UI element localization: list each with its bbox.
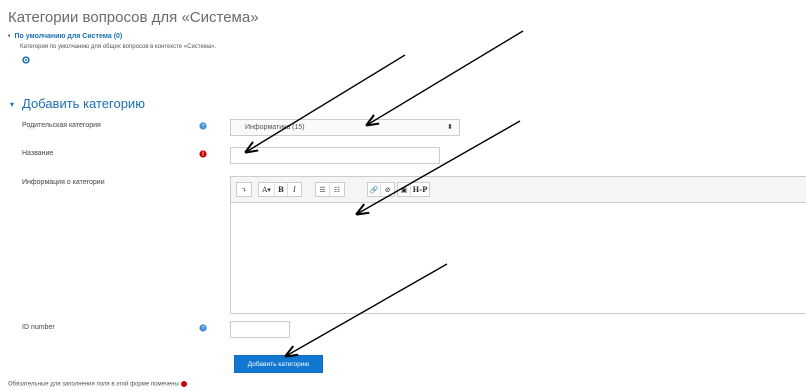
toolbar-group: A▾ B I bbox=[258, 182, 302, 197]
arrow-annotation bbox=[246, 54, 406, 152]
category-description: Категория по умолчанию для общих вопросо… bbox=[20, 44, 217, 50]
required-fields-note-text: Обязательные для заполнения поля в этой … bbox=[8, 381, 179, 388]
unlink-button[interactable]: ⊘ bbox=[381, 183, 394, 196]
editor-toolbar: ⤵ A▾ B I ☰ ☷ 🔗 ⊘ ▣ H-P bbox=[231, 177, 806, 203]
category-link[interactable]: По умолчанию для Система (0) bbox=[14, 33, 122, 40]
svg-text:?: ? bbox=[201, 124, 204, 130]
category-list: • По умолчанию для Система (0) bbox=[8, 33, 122, 40]
select-caret-icon: ⬍ bbox=[447, 124, 453, 131]
toolbar-group: 🔗 ⊘ bbox=[367, 182, 395, 197]
ordered-list-button[interactable]: ☷ bbox=[330, 183, 344, 196]
page-title: Категории вопросов для «Система» bbox=[8, 9, 259, 26]
toolbar-group: ▣ H-P bbox=[397, 182, 430, 197]
toolbar-group: ☰ ☷ bbox=[315, 182, 345, 197]
id-number-input[interactable] bbox=[230, 321, 290, 338]
required-fields-note: Обязательные для заполнения поля в этой … bbox=[8, 381, 187, 388]
parent-category-select[interactable]: Информатика (15) ⬍ bbox=[230, 119, 460, 136]
arrow-annotation bbox=[367, 30, 524, 125]
category-info-editor[interactable]: ⤵ A▾ B I ☰ ☷ 🔗 ⊘ ▣ H-P bbox=[230, 176, 806, 314]
section-title-add-category[interactable]: Добавить категорию bbox=[22, 96, 145, 111]
help-icon[interactable]: ? bbox=[199, 122, 207, 130]
id-number-label: ID number bbox=[22, 324, 55, 331]
name-label: Название bbox=[22, 150, 54, 157]
italic-button[interactable]: I bbox=[288, 183, 301, 196]
svg-text:?: ? bbox=[201, 326, 204, 332]
category-item-default[interactable]: • По умолчанию для Система (0) bbox=[8, 33, 122, 40]
gear-icon[interactable] bbox=[22, 56, 30, 64]
svg-text:!: ! bbox=[202, 152, 204, 158]
help-icon[interactable]: ? bbox=[199, 324, 207, 332]
font-style-button[interactable]: A▾ bbox=[259, 183, 275, 196]
unordered-list-button[interactable]: ☰ bbox=[316, 183, 330, 196]
toolbar-toggle-button[interactable]: ⤵ bbox=[237, 183, 251, 196]
image-button[interactable]: ▣ bbox=[398, 183, 411, 196]
list-bullet: • bbox=[8, 33, 11, 40]
h5p-button[interactable]: H-P bbox=[411, 183, 429, 196]
chevron-down-icon[interactable]: ▾ bbox=[10, 100, 14, 109]
parent-category-label: Родительская категория bbox=[22, 122, 101, 129]
toolbar-group: ⤵ bbox=[236, 182, 252, 197]
category-info-label: Информация о категории bbox=[22, 179, 105, 186]
parent-category-value: Информатика (15) bbox=[245, 124, 305, 131]
link-button[interactable]: 🔗 bbox=[368, 183, 381, 196]
required-icon: ! bbox=[199, 150, 207, 158]
required-icon bbox=[180, 381, 187, 387]
add-category-button[interactable]: Добавить категорию bbox=[234, 355, 323, 373]
bold-button[interactable]: B bbox=[275, 183, 288, 196]
name-input[interactable] bbox=[230, 147, 440, 164]
